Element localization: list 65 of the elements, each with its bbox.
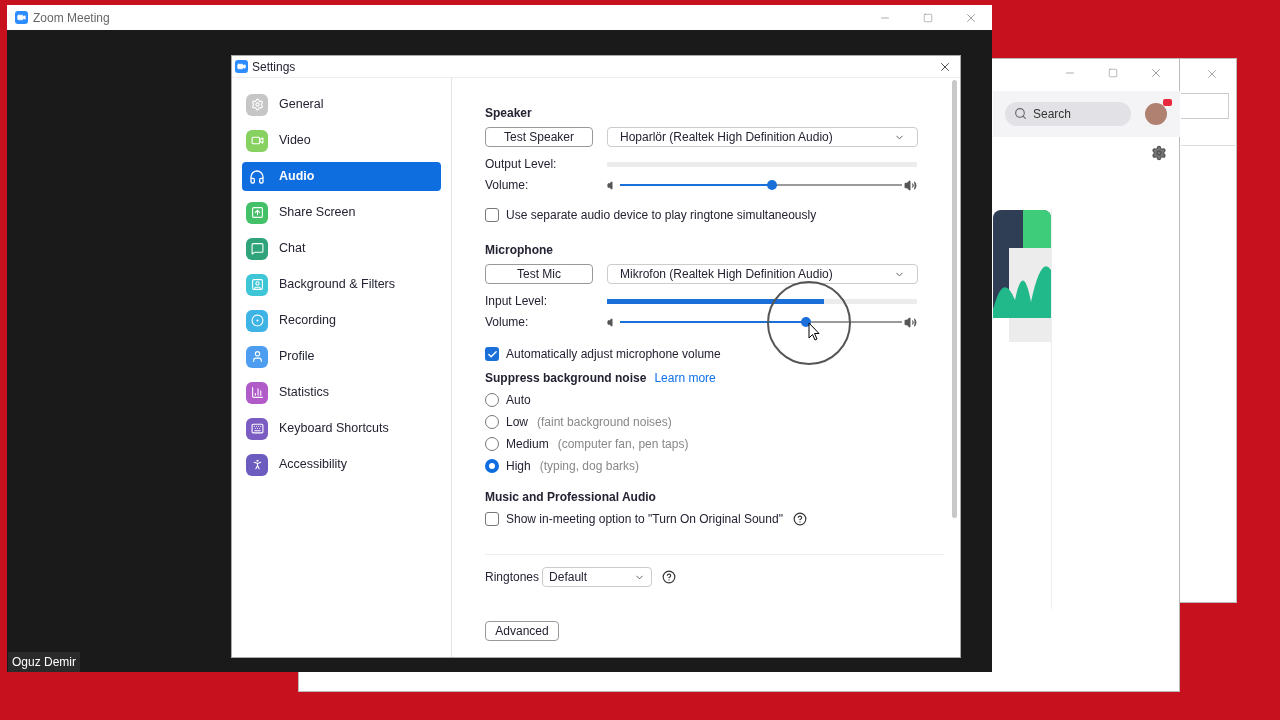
sidebar-item[interactable]: General <box>242 90 441 119</box>
sidebar-item[interactable]: Recording <box>242 306 441 335</box>
radio-button[interactable] <box>485 437 499 451</box>
radio-label: Low <box>506 414 528 431</box>
sidebar-item[interactable]: Accessibility <box>242 450 441 479</box>
learn-more-link[interactable]: Learn more <box>654 369 716 387</box>
sidebar-item[interactable]: Keyboard Shortcuts <box>242 414 441 443</box>
sidebar-item[interactable]: Audio <box>242 162 441 191</box>
section-title: Suppress background noise <box>485 370 647 387</box>
headphones-icon <box>249 168 265 185</box>
radio-hint: (typing, dog barks) <box>539 458 640 475</box>
radio-button[interactable] <box>485 393 499 407</box>
help-icon[interactable] <box>792 512 807 526</box>
level-label: Input Level: <box>485 293 549 310</box>
slider-thumb[interactable] <box>767 180 778 190</box>
checkbox-label: Use separate audio device to play ringtone simultaneously <box>506 207 817 224</box>
section-title: Music and Professional Audio <box>485 489 657 505</box>
advanced-button[interactable]: Advanced <box>485 621 559 641</box>
maximize-icon <box>922 12 933 23</box>
section-title: Microphone <box>485 242 554 258</box>
video-badge-icon <box>1163 99 1172 106</box>
speaker-loud-icon <box>904 178 917 192</box>
camera-icon <box>235 60 248 73</box>
window-title: Settings <box>252 58 296 76</box>
radio-hint: (faint background noises) <box>537 414 672 431</box>
sidebar-item[interactable]: Profile <box>242 342 441 371</box>
level-label: Output Level: <box>485 156 558 173</box>
mouse-pointer-icon <box>808 322 820 341</box>
radio-label: Medium <box>506 436 549 453</box>
radio-button[interactable] <box>485 459 499 473</box>
radio-hint: (computer fan, pen taps) <box>557 436 689 453</box>
device-select[interactable]: Mikrofon (Realtek High Definition Audio) <box>607 264 918 284</box>
avatar[interactable] <box>1145 103 1167 125</box>
field-outline <box>1181 93 1229 119</box>
ringtones-label: Ringtones <box>485 569 540 586</box>
checkbox-label: Show in-meeting option to "Turn On Original Sound" <box>506 511 783 528</box>
test-button[interactable]: Test Mic <box>485 264 593 284</box>
radio-label: High <box>506 458 531 475</box>
section-title: Speaker <box>485 105 533 121</box>
participant-name: Oguz Demir <box>8 652 80 672</box>
checkbox[interactable] <box>485 512 499 526</box>
sidebar-item[interactable]: Chat <box>242 234 441 263</box>
ringtone-select[interactable]: Default <box>542 567 653 587</box>
test-button[interactable]: Test Speaker <box>485 127 593 147</box>
checkbox[interactable] <box>485 208 499 222</box>
volume-label: Volume: <box>485 314 530 331</box>
scrollbar-thumb[interactable] <box>952 80 957 518</box>
radio-label: Auto <box>506 392 531 409</box>
search-field[interactable]: Search <box>1005 102 1131 126</box>
settings-icon[interactable] <box>1151 145 1167 161</box>
help-icon[interactable] <box>662 570 677 584</box>
sidebar-item[interactable]: Statistics <box>242 378 441 407</box>
speaker-loud-icon <box>904 315 917 329</box>
search-icon <box>1014 107 1027 120</box>
sidebar-item[interactable]: Background & Filters <box>242 270 441 299</box>
device-select[interactable]: Hoparlör (Realtek High Definition Audio) <box>607 127 918 147</box>
window-title: Zoom Meeting <box>33 9 110 27</box>
radio-button[interactable] <box>485 415 499 429</box>
checkbox[interactable] <box>485 347 499 361</box>
sidebar-item[interactable]: Share Screen <box>242 198 441 227</box>
volume-label: Volume: <box>485 177 530 194</box>
maximize-icon <box>1107 67 1118 78</box>
camera-icon <box>15 11 28 24</box>
sidebar-item[interactable]: Video <box>242 126 441 155</box>
checkbox-label: Automatically adjust microphone volume <box>506 346 721 363</box>
